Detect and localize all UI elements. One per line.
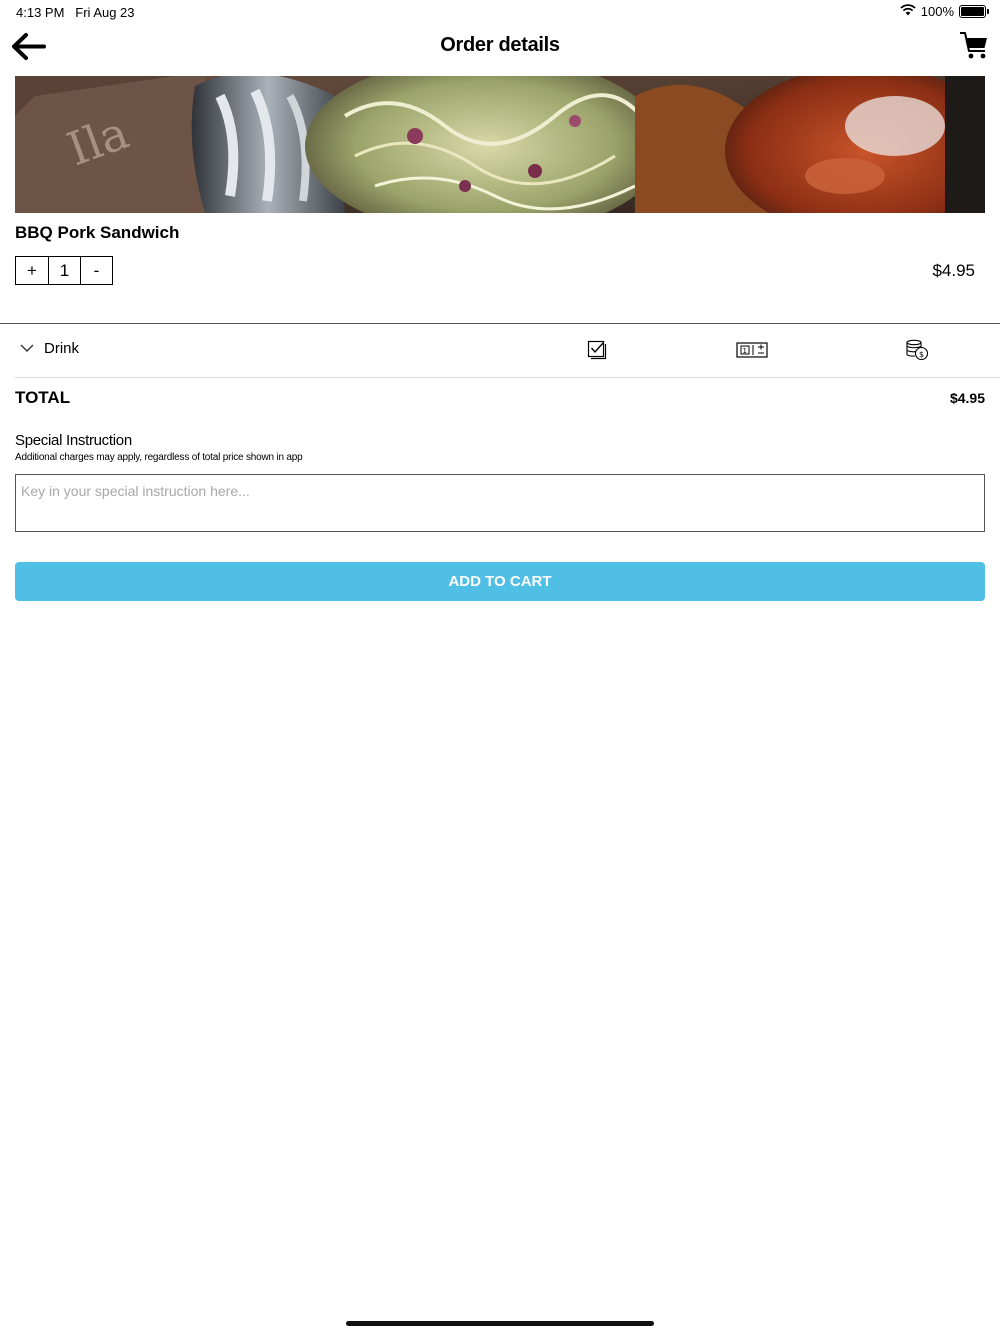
divider	[15, 377, 1000, 378]
status-clock: 4:13 PM	[16, 5, 65, 20]
quantity-stepper: + 1 -	[15, 256, 113, 285]
option-label: Drink	[44, 340, 80, 357]
add-to-cart-button[interactable]: ADD TO CART	[15, 562, 985, 601]
total-value: $4.95	[949, 390, 985, 406]
special-instruction-title: Special Instruction	[15, 432, 132, 449]
quantity-select-icon[interactable]: 1	[734, 337, 770, 363]
battery-icon	[959, 5, 989, 18]
home-indicator[interactable]	[346, 1321, 654, 1326]
status-date: Fri Aug 23	[75, 5, 135, 20]
item-name: BBQ Pork Sandwich	[15, 223, 180, 242]
battery-percent: 100%	[920, 4, 954, 19]
qty-increase-button[interactable]: +	[16, 257, 48, 284]
cart-button[interactable]	[958, 30, 990, 62]
svg-text:1: 1	[743, 347, 747, 355]
qty-decrease-button[interactable]: -	[80, 257, 112, 284]
special-instruction-note: Additional charges may apply, regardless…	[15, 452, 303, 463]
svg-text:$: $	[919, 350, 924, 359]
status-right: 100%	[900, 4, 989, 19]
chevron-down-icon[interactable]	[19, 340, 35, 356]
option-row-drink[interactable]: Drink 1 $	[0, 324, 1000, 377]
page-title: Order details	[440, 34, 560, 56]
nav-bar: Order details	[0, 24, 1000, 76]
status-bar: 4:13 PM Fri Aug 23 100%	[0, 0, 1000, 24]
price-coins-icon[interactable]: $	[899, 337, 935, 363]
total-label: TOTAL	[15, 388, 71, 407]
qty-value: 1	[48, 257, 80, 284]
status-time: 4:13 PM Fri Aug 23	[16, 5, 135, 20]
special-instruction-input[interactable]	[15, 474, 985, 532]
checkbox-select-icon[interactable]	[579, 337, 615, 363]
item-photo: Ila	[15, 76, 985, 213]
item-price: $4.95	[932, 261, 975, 280]
food-photo: Ila	[15, 76, 985, 213]
wifi-icon	[900, 4, 916, 19]
cart-icon	[960, 32, 987, 59]
